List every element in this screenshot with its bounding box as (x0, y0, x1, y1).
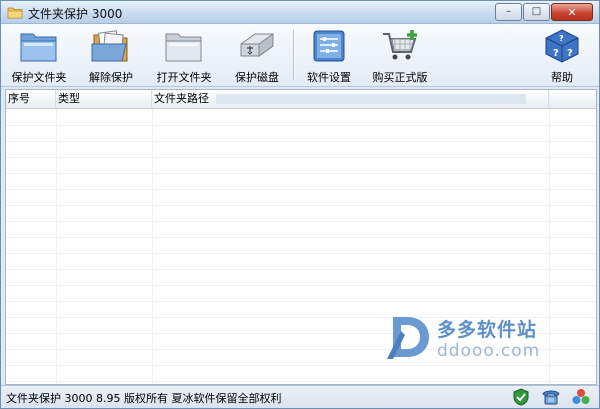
unprotect-button[interactable]: 解除保护 (79, 24, 143, 86)
close-button[interactable]: ✕ (551, 3, 593, 21)
help-button[interactable]: ? ? ? 帮助 (537, 24, 587, 86)
title-bar[interactable]: 文件夹保护 3000 – □ ✕ (1, 1, 599, 24)
gray-folder-icon (165, 33, 202, 62)
protect-folder-button[interactable]: 保护文件夹 (5, 24, 73, 86)
blue-folder-icon (20, 33, 57, 62)
usb-disk-icon (240, 33, 274, 57)
table-header: 序号 类型 文件夹路径 (6, 90, 596, 109)
column-header-path-label: 文件夹路径 (154, 92, 209, 105)
grid-row-line (6, 125, 596, 126)
toolbar-label: 解除保护 (89, 71, 133, 84)
toolbar: 保护文件夹 解除保护 打开文件夹 保护磁盘 软件设置 购买正式版 ? ? ? 帮… (1, 24, 599, 87)
svg-text:?: ? (559, 34, 564, 43)
settings-button[interactable]: 软件设置 (301, 24, 357, 86)
grid-row-line (6, 381, 596, 382)
open-folder-documents-icon (91, 30, 128, 62)
grid-row-line (6, 253, 596, 254)
grid-row-line (6, 205, 596, 206)
grid-row-line (6, 189, 596, 190)
toolbar-label: 软件设置 (307, 71, 351, 84)
column-divider (56, 109, 57, 384)
copyright-text: 文件夹保护 3000 8.95 版权所有 夏冰软件保留全部权利 (6, 392, 282, 405)
folder-app-icon (7, 7, 23, 19)
shield-check-icon[interactable] (511, 388, 531, 406)
protect-disk-button[interactable]: 保护磁盘 (226, 24, 288, 86)
shopping-cart-icon (383, 30, 417, 60)
column-header-filler (549, 90, 596, 108)
toolbar-label: 帮助 (551, 71, 573, 84)
grid-row-line (6, 301, 596, 302)
grid-row-line (6, 221, 596, 222)
status-bar: 文件夹保护 3000 8.95 版权所有 夏冰软件保留全部权利 (1, 385, 599, 408)
buy-full-version-button[interactable]: 购买正式版 (365, 24, 435, 86)
toolbar-label: 购买正式版 (372, 71, 428, 84)
watermark-text-en: ddooo.com (437, 341, 541, 361)
open-folder-button[interactable]: 打开文件夹 (150, 24, 218, 86)
minimize-button[interactable]: – (495, 3, 522, 21)
column-header-index[interactable]: 序号 (6, 90, 56, 108)
grid-row-line (6, 173, 596, 174)
colors-icon[interactable] (571, 388, 591, 406)
column-header-type[interactable]: 类型 (56, 90, 152, 108)
toolbar-label: 打开文件夹 (156, 71, 212, 84)
help-cube-icon: ? ? ? (545, 29, 579, 63)
grid-row-line (6, 157, 596, 158)
svg-text:?: ? (567, 48, 573, 59)
toolbar-label: 保护文件夹 (11, 71, 67, 84)
app-window: 文件夹保护 3000 – □ ✕ 保护文件夹 解除保护 打开文件夹 保护磁盘 软… (0, 0, 600, 409)
toolbar-label: 保护磁盘 (235, 71, 279, 84)
window-controls: – □ ✕ (494, 3, 593, 21)
grid-row-line (6, 285, 596, 286)
toolbar-divider (293, 30, 295, 80)
watermark-text-cn: 多多软件站 (437, 319, 538, 341)
grid-row-line (6, 269, 596, 270)
svg-text:?: ? (553, 48, 559, 59)
grid-row-line (6, 365, 596, 366)
watermark: 多多软件站 ddooo.com (385, 313, 560, 363)
settings-panel-icon (313, 30, 345, 62)
window-title: 文件夹保护 3000 (28, 7, 123, 21)
maximize-button[interactable]: □ (523, 3, 550, 21)
column-divider (152, 109, 153, 384)
grid-row-line (6, 141, 596, 142)
watermark-logo-icon (387, 317, 429, 359)
phone-icon[interactable] (541, 388, 561, 406)
header-highlight (216, 94, 526, 104)
grid-row-line (6, 237, 596, 238)
